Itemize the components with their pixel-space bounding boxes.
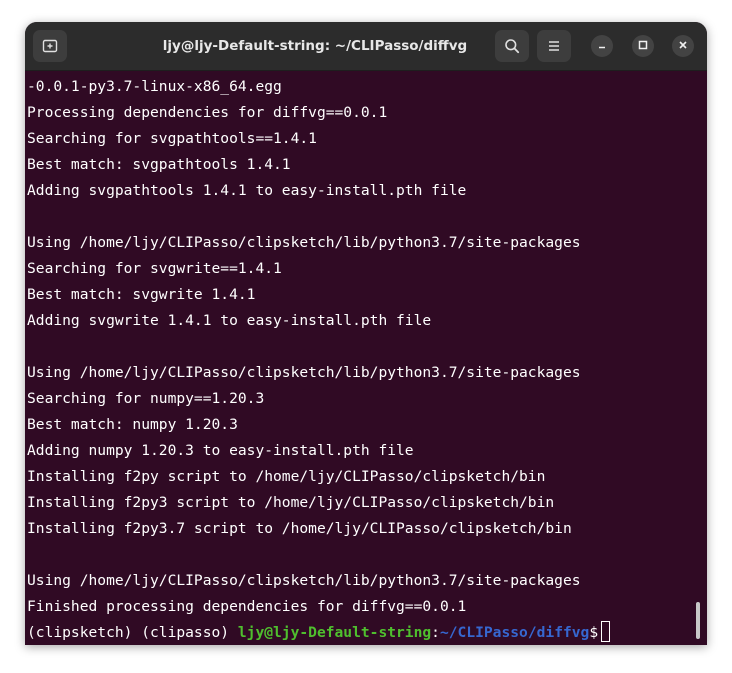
output-line: Adding svgwrite 1.4.1 to easy-install.pt… <box>27 312 432 329</box>
output-line: Using /home/ljy/CLIPasso/clipsketch/lib/… <box>27 364 581 381</box>
text-cursor <box>601 621 611 642</box>
output-line: Best match: svgwrite 1.4.1 <box>27 286 256 303</box>
output-line: Adding svgpathtools 1.4.1 to easy-instal… <box>27 182 467 199</box>
new-tab-button[interactable] <box>33 30 67 62</box>
output-line: Using /home/ljy/CLIPasso/clipsketch/lib/… <box>27 572 581 589</box>
output-line: Using /home/ljy/CLIPasso/clipsketch/lib/… <box>27 234 581 251</box>
output-line: Installing f2py3 script to /home/ljy/CLI… <box>27 494 555 511</box>
output-line: Processing dependencies for diffvg==0.0.… <box>27 104 388 121</box>
new-tab-icon <box>42 38 58 54</box>
output-line: Installing f2py3.7 script to /home/ljy/C… <box>27 520 572 537</box>
output-line: Best match: svgpathtools 1.4.1 <box>27 156 291 173</box>
maximize-icon <box>638 37 648 55</box>
output-line: Finished processing dependencies for dif… <box>27 598 467 615</box>
prompt-env: (clipsketch) (clipasso) <box>27 624 238 641</box>
search-button[interactable] <box>495 30 529 62</box>
maximize-button[interactable] <box>632 35 654 57</box>
hamburger-menu-icon <box>546 38 562 54</box>
search-icon <box>504 38 520 54</box>
output-line: Searching for numpy==1.20.3 <box>27 390 265 407</box>
output-line: Searching for svgpathtools==1.4.1 <box>27 130 317 147</box>
title-bar[interactable]: ljy@ljy-Default-string: ~/CLIPasso/diffv… <box>25 22 707 71</box>
output-line: Best match: numpy 1.20.3 <box>27 416 238 433</box>
output-line: Adding numpy 1.20.3 to easy-install.pth … <box>27 442 414 459</box>
prompt-symbol: $ <box>589 624 599 641</box>
minimize-icon <box>597 37 607 55</box>
prompt-line[interactable]: (clipsketch) (clipasso) ljy@ljy-Default-… <box>27 620 687 645</box>
window-title: ljy@ljy-Default-string: ~/CLIPasso/diffv… <box>162 38 468 54</box>
prompt-path: ~/CLIPasso/diffvg <box>439 624 590 641</box>
scrollbar-thumb[interactable] <box>696 602 700 639</box>
close-icon <box>678 37 688 55</box>
prompt-colon: : <box>431 624 440 641</box>
output-line: Searching for svgwrite==1.4.1 <box>27 260 282 277</box>
close-button[interactable] <box>672 35 694 57</box>
terminal-window: ljy@ljy-Default-string: ~/CLIPasso/diffv… <box>25 22 707 645</box>
prompt-user-host: ljy@ljy-Default-string <box>237 624 432 641</box>
output-line: -0.0.1-py3.7-linux-x86_64.egg <box>27 78 282 95</box>
menu-button[interactable] <box>537 30 571 62</box>
terminal-output[interactable]: -0.0.1-py3.7-linux-x86_64.egg Processing… <box>27 74 687 645</box>
output-line: Installing f2py script to /home/ljy/CLIP… <box>27 468 546 485</box>
minimize-button[interactable] <box>591 35 613 57</box>
